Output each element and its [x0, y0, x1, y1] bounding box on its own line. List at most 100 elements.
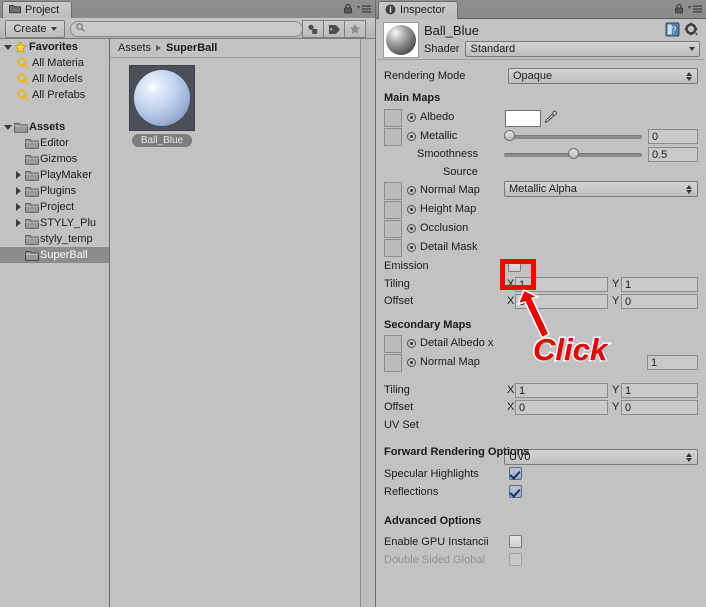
filter-shapes-icon[interactable]	[302, 20, 324, 38]
breadcrumb-current: SuperBall	[166, 42, 218, 54]
main-offset-y-label: Y	[612, 295, 620, 307]
main-tiling-x-field[interactable]: 1	[515, 277, 608, 292]
occlusion-radio[interactable]	[407, 224, 416, 233]
height-map-texture-slot[interactable]	[384, 201, 402, 219]
hamburger-menu-icon[interactable]	[357, 5, 371, 14]
secondary-tiling-x-field[interactable]: 1	[515, 383, 608, 398]
main-tiling-y-field[interactable]: 1	[621, 277, 698, 292]
folder-icon	[24, 186, 39, 197]
chevron-right-icon[interactable]	[13, 187, 24, 195]
slider-knob[interactable]	[504, 130, 515, 141]
specular-highlights-label: Specular Highlights	[384, 468, 479, 480]
tree-item-all-materials[interactable]: All Materia	[0, 55, 109, 71]
detail-mask-radio[interactable]	[407, 243, 416, 252]
metallic-slider[interactable]	[504, 129, 642, 143]
tree-item-assets[interactable]: Assets	[0, 119, 109, 135]
tree-item-all-models[interactable]: All Models	[0, 71, 109, 87]
secondary-normal-map-radio[interactable]	[407, 358, 416, 367]
favorite-star-icon[interactable]	[344, 20, 366, 38]
search-box[interactable]	[70, 21, 303, 37]
project-tree[interactable]: Favorites All Materia All Models All Pre…	[0, 39, 110, 607]
chevron-down-icon[interactable]	[2, 44, 13, 50]
albedo-color-swatch[interactable]	[505, 110, 541, 127]
detail-albedo-radio[interactable]	[407, 339, 416, 348]
folder-icon	[9, 4, 21, 17]
tree-item-plugins[interactable]: Plugins	[0, 183, 109, 199]
detail-albedo-texture-slot[interactable]	[384, 335, 402, 353]
secondary-maps-title: Secondary Maps	[384, 319, 472, 331]
sphere-shape	[386, 25, 416, 55]
chevron-down-icon	[50, 27, 57, 31]
chevron-right-icon[interactable]	[13, 203, 24, 211]
folder-icon	[24, 218, 39, 229]
secondary-offset-y-field[interactable]: 0	[621, 400, 698, 415]
metallic-radio[interactable]	[407, 132, 416, 141]
asset-item-ball-blue[interactable]: Ball_Blue	[118, 65, 206, 147]
albedo-radio[interactable]	[407, 113, 416, 122]
smoothness-label: Smoothness	[417, 148, 479, 160]
search-input[interactable]	[88, 23, 278, 35]
reflections-checkbox[interactable]	[509, 485, 522, 498]
tree-item-superball[interactable]: SuperBall	[0, 247, 109, 263]
height-map-radio[interactable]	[407, 205, 416, 214]
breadcrumb-root[interactable]: Assets	[118, 42, 151, 54]
height-map-label: Height Map	[420, 203, 477, 215]
tree-item-styly-plugin[interactable]: STYLY_Plu	[0, 215, 109, 231]
help-book-icon[interactable]: ?	[665, 22, 680, 40]
create-button[interactable]: Create	[5, 20, 65, 38]
rendering-mode-dropdown[interactable]: Opaque	[508, 68, 698, 84]
shader-row: Shader Standard	[424, 41, 700, 57]
eyedropper-icon[interactable]	[543, 110, 557, 125]
smoothness-value-field[interactable]: 0.5	[648, 147, 698, 162]
normal-map-radio[interactable]	[407, 186, 416, 195]
tree-item-styly-temp[interactable]: styly_temp	[0, 231, 109, 247]
secondary-normal-map-texture-slot[interactable]	[384, 354, 402, 372]
rendering-mode-value: Opaque	[513, 70, 553, 82]
tree-item-favorites[interactable]: Favorites	[0, 39, 109, 55]
secondary-offset-x-label: X	[507, 401, 515, 413]
slider-knob[interactable]	[568, 148, 579, 159]
tree-item-all-prefabs[interactable]: All Prefabs	[0, 87, 109, 103]
blue-sphere-material-icon[interactable]	[129, 65, 195, 131]
emission-checkbox[interactable]	[508, 259, 521, 272]
secondary-offset-x-field[interactable]: 0	[515, 400, 608, 415]
gear-icon[interactable]	[684, 22, 699, 40]
search-icon	[76, 23, 85, 35]
shader-dropdown[interactable]: Standard	[465, 41, 700, 57]
secondary-tiling-y-field[interactable]: 1	[621, 383, 698, 398]
secondary-tiling-y-label: Y	[612, 384, 620, 396]
gpu-instancing-checkbox[interactable]	[509, 535, 522, 548]
uv-set-dropdown[interactable]: UV0	[504, 449, 698, 465]
chevron-right-icon[interactable]	[13, 171, 24, 179]
specular-highlights-checkbox[interactable]	[509, 467, 522, 480]
metallic-value-field[interactable]: 0	[648, 129, 698, 144]
metallic-texture-slot[interactable]	[384, 128, 402, 146]
detail-mask-texture-slot[interactable]	[384, 239, 402, 257]
tab-project[interactable]: Project	[2, 1, 73, 19]
hamburger-menu-icon[interactable]	[688, 5, 702, 14]
tree-item-label: Editor	[40, 137, 69, 149]
lock-icon[interactable]	[674, 3, 684, 14]
main-offset-y-field[interactable]: 0	[621, 294, 698, 309]
tree-item-playmaker[interactable]: PlayMaker	[0, 167, 109, 183]
secondary-normal-map-value-field[interactable]: 1	[647, 355, 698, 370]
normal-map-texture-slot[interactable]	[384, 182, 402, 200]
tree-item-gizmos[interactable]: Gizmos	[0, 151, 109, 167]
occlusion-texture-slot[interactable]	[384, 220, 402, 238]
tree-item-editor[interactable]: Editor	[0, 135, 109, 151]
uv-set-value: UV0	[509, 451, 531, 463]
main-tiling-label: Tiling	[384, 278, 410, 290]
label-tag-icon[interactable]	[323, 20, 345, 38]
smoothness-slider[interactable]	[504, 147, 642, 161]
folder-icon	[24, 170, 39, 181]
project-vertical-scrollbar[interactable]	[360, 39, 375, 607]
source-dropdown[interactable]: Metallic Alpha	[504, 181, 698, 197]
main-offset-x-field[interactable]: 0	[515, 294, 608, 309]
albedo-texture-slot[interactable]	[384, 109, 402, 127]
tree-item-project[interactable]: Project	[0, 199, 109, 215]
lock-icon[interactable]	[343, 3, 353, 14]
main-offset-label: Offset	[384, 295, 414, 307]
tab-inspector[interactable]: Inspector	[378, 1, 459, 19]
chevron-down-icon[interactable]	[2, 124, 13, 130]
chevron-right-icon[interactable]	[13, 219, 24, 227]
